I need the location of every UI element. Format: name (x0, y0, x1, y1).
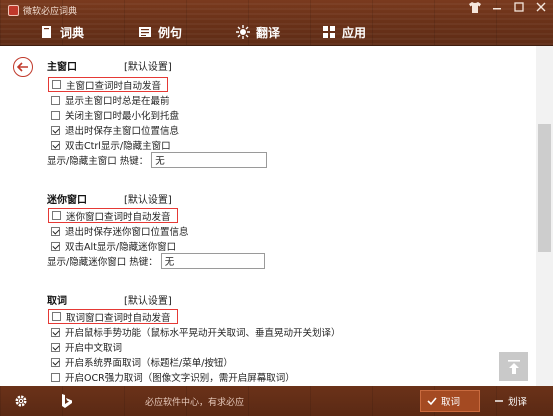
checkbox-checked[interactable] (51, 125, 60, 135)
nav-dictionary[interactable]: 词典 (36, 20, 88, 44)
main-always-on-top-option[interactable]: 显示主窗口时总是在最前 (51, 93, 170, 107)
scrollbar-thumb[interactable] (538, 124, 551, 252)
mini-window-title: 迷你窗口 (47, 195, 87, 206)
checkbox[interactable] (52, 211, 61, 220)
nav-apps[interactable]: 应用 (318, 20, 370, 44)
arrow-up-icon (507, 359, 520, 374)
minimize-button[interactable] (489, 2, 505, 16)
option-label: 双击Alt显示/隐藏迷你窗口 (65, 242, 177, 253)
window-title: 微软必应词典 (23, 6, 78, 17)
minimize-icon (493, 8, 501, 10)
capture-chinese-option[interactable]: 开启中文取词 (51, 340, 122, 354)
capture-toggle-button[interactable]: 取词 (420, 390, 480, 412)
nav-translate[interactable]: 翻译 (232, 20, 284, 44)
apps-icon (323, 26, 335, 38)
main-window-default-link[interactable]: [默认设置] (124, 58, 172, 73)
maximize-button[interactable] (511, 2, 527, 16)
checkbox-checked[interactable] (51, 241, 60, 251)
option-label: 双击Ctrl显示/隐藏主窗口 (65, 141, 171, 152)
nav-translate-label: 翻译 (256, 25, 281, 40)
skin-button[interactable] (467, 2, 483, 16)
checkmark-icon (427, 397, 437, 406)
option-label: 迷你窗口查词时自动发音 (66, 211, 171, 223)
settings-content: 主窗口 [默认设置] 主窗口查词时自动发音 显示主窗口时总是在最前 关闭主窗口时… (0, 46, 536, 386)
highlight-button-label: 划译 (508, 397, 528, 408)
capture-title: 取词 (47, 296, 67, 307)
app-title: 微软必应词典 (8, 3, 77, 17)
bing-icon (62, 394, 72, 408)
option-label: 关闭主窗口时最小化到托盘 (65, 111, 180, 122)
main-double-ctrl-option[interactable]: 双击Ctrl显示/隐藏主窗口 (51, 138, 171, 152)
window-controls (467, 2, 549, 16)
nav-dictionary-label: 词典 (60, 25, 85, 40)
capture-system-ui-option[interactable]: 开启系统界面取词（标题栏/菜单/按钮） (51, 355, 233, 369)
gear-icon (15, 395, 27, 407)
capture-auto-pronounce-option[interactable]: 取词窗口查词时自动发音 (48, 309, 178, 324)
capture-default-link[interactable]: [默认设置] (124, 292, 172, 307)
checkbox[interactable] (52, 312, 61, 321)
hotkey-label: 显示/隐藏主窗口 热键： (47, 156, 149, 167)
mini-hotkey-row: 显示/隐藏迷你窗口 热键： (47, 253, 265, 269)
maximize-icon (514, 2, 524, 12)
translate-icon (236, 25, 250, 39)
mini-hotkey-input[interactable] (160, 253, 265, 269)
main-nav: 词典 例句 翻译 应用 (0, 20, 553, 44)
main-save-position-option[interactable]: 退出时保存主窗口位置信息 (51, 123, 179, 137)
option-label: 开启中文取词 (65, 343, 123, 354)
checkbox[interactable] (51, 372, 60, 382)
option-label: 开启鼠标手势功能（鼠标水平晃动开关取词、垂直晃动开关划译） (65, 328, 341, 339)
checkbox[interactable] (51, 110, 60, 120)
nav-apps-label: 应用 (342, 25, 367, 40)
bottom-bar: 必应软件中心，有求必应 取词 划译 (0, 386, 553, 416)
option-label: 退出时保存迷你窗口位置信息 (65, 227, 189, 238)
dash-icon (495, 400, 503, 402)
main-window-title: 主窗口 (47, 62, 77, 73)
mini-double-alt-option[interactable]: 双击Alt显示/隐藏迷你窗口 (51, 239, 176, 253)
mini-save-position-option[interactable]: 退出时保存迷你窗口位置信息 (51, 224, 189, 238)
option-label: 主窗口查词时自动发音 (66, 80, 162, 92)
app-logo (8, 4, 19, 16)
checkbox-checked[interactable] (51, 357, 60, 367)
scroll-to-top-button[interactable] (499, 352, 528, 381)
checkbox-checked[interactable] (51, 140, 60, 150)
checkbox-checked[interactable] (51, 327, 60, 337)
option-label: 开启OCR强力取词（图像文字识别，需开启屏幕取词） (65, 373, 295, 384)
close-button[interactable] (533, 2, 549, 16)
checkbox-checked[interactable] (51, 226, 60, 236)
hotkey-label: 显示/隐藏迷你窗口 热键： (47, 257, 158, 268)
main-hotkey-input[interactable] (151, 152, 268, 168)
capture-mouse-gesture-option[interactable]: 开启鼠标手势功能（鼠标水平晃动开关取词、垂直晃动开关划译） (51, 325, 341, 339)
highlight-translate-button[interactable]: 划译 (488, 390, 533, 412)
settings-button[interactable] (14, 394, 28, 408)
list-icon (139, 27, 151, 37)
vertical-scrollbar[interactable] (536, 46, 553, 386)
main-hotkey-row: 显示/隐藏主窗口 热键： (47, 152, 268, 168)
close-icon (536, 2, 546, 12)
nav-examples[interactable]: 例句 (134, 20, 186, 44)
capture-ocr-option[interactable]: 开启OCR强力取词（图像文字识别，需开启屏幕取词） (51, 370, 295, 384)
bing-logo-button[interactable] (61, 394, 75, 408)
mini-auto-pronounce-option[interactable]: 迷你窗口查词时自动发音 (48, 208, 178, 223)
software-center-text[interactable]: 必应软件中心，有求必应 (145, 395, 244, 408)
option-label: 取词窗口查词时自动发音 (66, 312, 171, 324)
checkbox[interactable] (52, 80, 61, 89)
title-bar: 微软必应词典 词典 例句 翻译 应用 (0, 0, 553, 46)
main-minimize-to-tray-option[interactable]: 关闭主窗口时最小化到托盘 (51, 108, 179, 122)
checkbox[interactable] (51, 95, 60, 105)
capture-button-label: 取词 (441, 397, 461, 408)
book-icon (42, 26, 51, 38)
main-auto-pronounce-option[interactable]: 主窗口查词时自动发音 (48, 77, 169, 92)
option-label: 退出时保存主窗口位置信息 (65, 126, 180, 137)
shirt-icon (469, 2, 481, 13)
option-label: 开启系统界面取词（标题栏/菜单/按钮） (65, 358, 233, 369)
option-label: 显示主窗口时总是在最前 (65, 96, 170, 107)
checkbox-checked[interactable] (51, 342, 60, 352)
mini-window-default-link[interactable]: [默认设置] (124, 191, 172, 206)
nav-examples-label: 例句 (158, 25, 183, 40)
